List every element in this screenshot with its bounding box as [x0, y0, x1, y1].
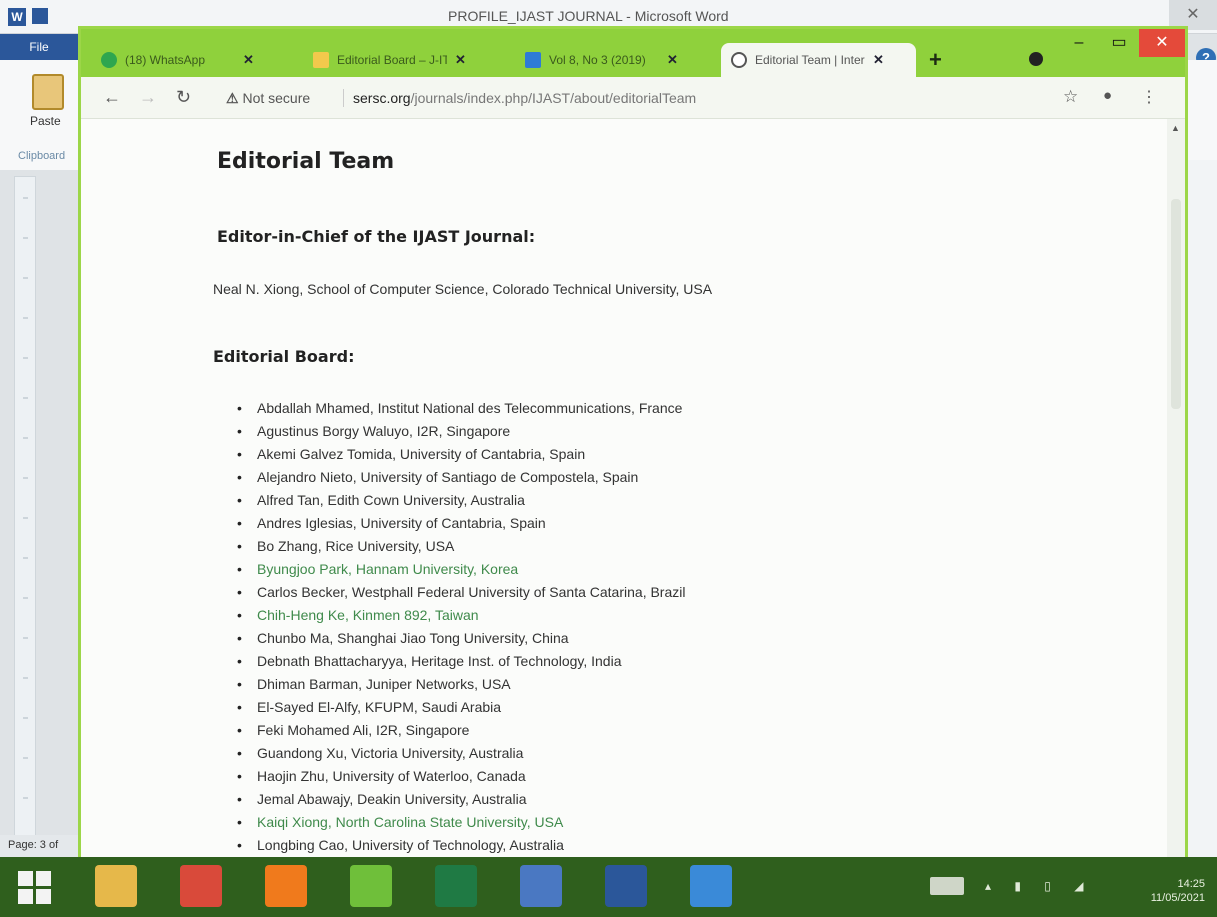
bookmark-star-icon[interactable]: ☆: [1063, 87, 1078, 107]
start-icon[interactable]: [18, 871, 52, 905]
word-window-title: PROFILE_IJAST JOURNAL - Microsoft Word: [448, 8, 729, 24]
taskbar: ▴ ▮ ▯ ◢ 14:25 11/05/2021: [0, 857, 1217, 917]
security-indicator[interactable]: ⚠ Not secure: [226, 90, 310, 107]
tab-label: Editorial Board – J-IT: [337, 53, 447, 67]
tab-close-icon[interactable]: ✕: [667, 52, 678, 68]
scroll-up-icon[interactable]: ▲: [1171, 123, 1180, 133]
clock[interactable]: 14:25 11/05/2021: [1151, 877, 1205, 905]
forward-icon[interactable]: →: [139, 87, 157, 108]
paint-app-icon[interactable]: [690, 865, 732, 907]
page-scrollbar[interactable]: ▲ ▼: [1167, 119, 1185, 881]
r-app-icon[interactable]: [520, 865, 562, 907]
profile-icon[interactable]: [1029, 52, 1043, 66]
maximize-icon[interactable]: ▭: [1099, 29, 1139, 57]
firefox-icon[interactable]: [265, 865, 307, 907]
page-content: Editorial Team Editor-in-Chief of the IJ…: [81, 119, 1167, 881]
save-icon[interactable]: [32, 8, 48, 24]
file-explorer-icon[interactable]: [95, 865, 137, 907]
list-item: Alfred Tan, Edith Cown University, Austr…: [235, 489, 685, 512]
close-icon[interactable]: ✕: [1139, 29, 1185, 57]
list-item: Feki Mohamed Ali, I2R, Singapore: [235, 719, 685, 742]
minimize-icon[interactable]: –: [1059, 29, 1099, 57]
word-app-icon: W: [8, 8, 26, 26]
word-right-pane: [1186, 160, 1217, 860]
keyboard-icon[interactable]: [930, 877, 964, 895]
back-icon[interactable]: ←: [103, 87, 121, 108]
browser-toolbar: ← → ↻ ⚠ Not secure sersc.org/journals/in…: [81, 77, 1185, 119]
clipboard-label: Clipboard: [18, 150, 66, 162]
globe-icon: [731, 52, 747, 68]
url-path: /journals/index.php/IJAST/about/editoria…: [410, 90, 697, 106]
tab-label: Vol 8, No 3 (2019): [549, 53, 646, 67]
list-item: Dhiman Barman, Juniper Networks, USA: [235, 673, 685, 696]
tab-editorial-team[interactable]: Editorial Team | Inter ✕: [721, 43, 916, 77]
tab-label: (18) WhatsApp: [125, 53, 206, 67]
warning-icon: ⚠: [226, 90, 239, 106]
chrome-icon[interactable]: [180, 865, 222, 907]
list-item: Guandong Xu, Victoria University, Austra…: [235, 742, 685, 765]
list-item: Alejandro Nieto, University of Santiago …: [235, 466, 685, 489]
word-vertical-ruler: [14, 176, 36, 836]
list-item: Haojin Zhu, University of Waterloo, Cana…: [235, 765, 685, 788]
list-item: Debnath Bhattacharyya, Heritage Inst. of…: [235, 650, 685, 673]
list-item: Andres Iglesias, University of Cantabria…: [235, 512, 685, 535]
reload-icon[interactable]: ↻: [176, 87, 191, 108]
tab-whatsapp[interactable]: (18) WhatsApp ✕: [91, 43, 296, 77]
list-item: Jemal Abawajy, Deakin University, Austra…: [235, 788, 685, 811]
new-tab-button[interactable]: +: [929, 47, 942, 73]
list-item: Abdallah Mhamed, Institut National des T…: [235, 397, 685, 420]
list-item: Bo Zhang, Rice University, USA: [235, 535, 685, 558]
chief-heading: Editor-in-Chief of the IJAST Journal:: [217, 227, 536, 246]
list-item[interactable]: Kaiqi Xiong, North Carolina State Univer…: [235, 811, 685, 834]
clock-date: 11/05/2021: [1150, 892, 1205, 904]
address-bar[interactable]: sersc.org/journals/index.php/IJAST/about…: [353, 90, 696, 106]
excel-icon[interactable]: [435, 865, 477, 907]
url-host: sersc.org: [353, 90, 411, 106]
chief-editor: Neal N. Xiong, School of Computer Scienc…: [213, 281, 713, 297]
tab-label: Editorial Team | Inter: [755, 53, 865, 67]
list-item: Carlos Becker, Westphall Federal Univers…: [235, 581, 685, 604]
word-icon[interactable]: [605, 865, 647, 907]
chrome-window: (18) WhatsApp ✕ Editorial Board – J-IT ✕…: [78, 26, 1188, 884]
list-item: Agustinus Borgy Waluyo, I2R, Singapore: [235, 420, 685, 443]
list-item: El-Sayed El-Alfy, KFUPM, Saudi Arabia: [235, 696, 685, 719]
tab-close-icon[interactable]: ✕: [243, 52, 254, 68]
list-item[interactable]: Byungjoo Park, Hannam University, Korea: [235, 558, 685, 581]
paste-label: Paste: [30, 114, 61, 128]
word-status-page: Page: 3 of: [0, 835, 90, 857]
clock-time: 14:25: [1177, 878, 1205, 890]
paste-icon[interactable]: [32, 74, 64, 110]
scroll-thumb[interactable]: [1171, 199, 1181, 409]
board-list: Abdallah Mhamed, Institut National des T…: [235, 397, 685, 857]
folder-icon: [313, 52, 329, 68]
tab-editorial-board[interactable]: Editorial Board – J-IT ✕: [303, 43, 508, 77]
account-icon[interactable]: ●: [1103, 87, 1112, 104]
tray-icons[interactable]: ▴ ▮ ▯ ◢: [985, 879, 1093, 893]
board-heading: Editorial Board:: [213, 347, 355, 366]
list-item: Akemi Galvez Tomida, University of Canta…: [235, 443, 685, 466]
window-controls: – ▭ ✕: [1059, 29, 1185, 57]
list-item: Longbing Cao, University of Technology, …: [235, 834, 685, 857]
word-file-tab[interactable]: File: [0, 34, 78, 60]
whatsapp-icon: [101, 52, 117, 68]
tab-close-icon[interactable]: ✕: [455, 52, 466, 68]
tab-close-icon[interactable]: ✕: [873, 52, 884, 68]
security-label: Not secure: [242, 90, 311, 106]
ijast-icon: [525, 52, 541, 68]
list-item[interactable]: Chih-Heng Ke, Kinmen 892, Taiwan: [235, 604, 685, 627]
list-item: Chunbo Ma, Shanghai Jiao Tong University…: [235, 627, 685, 650]
menu-icon[interactable]: ⋮: [1141, 87, 1157, 107]
bar-chart-app-icon[interactable]: [350, 865, 392, 907]
tab-vol8[interactable]: Vol 8, No 3 (2019) ✕: [515, 43, 715, 77]
page-title: Editorial Team: [217, 149, 395, 174]
tab-strip: (18) WhatsApp ✕ Editorial Board – J-IT ✕…: [81, 29, 1185, 77]
address-separator: [343, 89, 344, 107]
